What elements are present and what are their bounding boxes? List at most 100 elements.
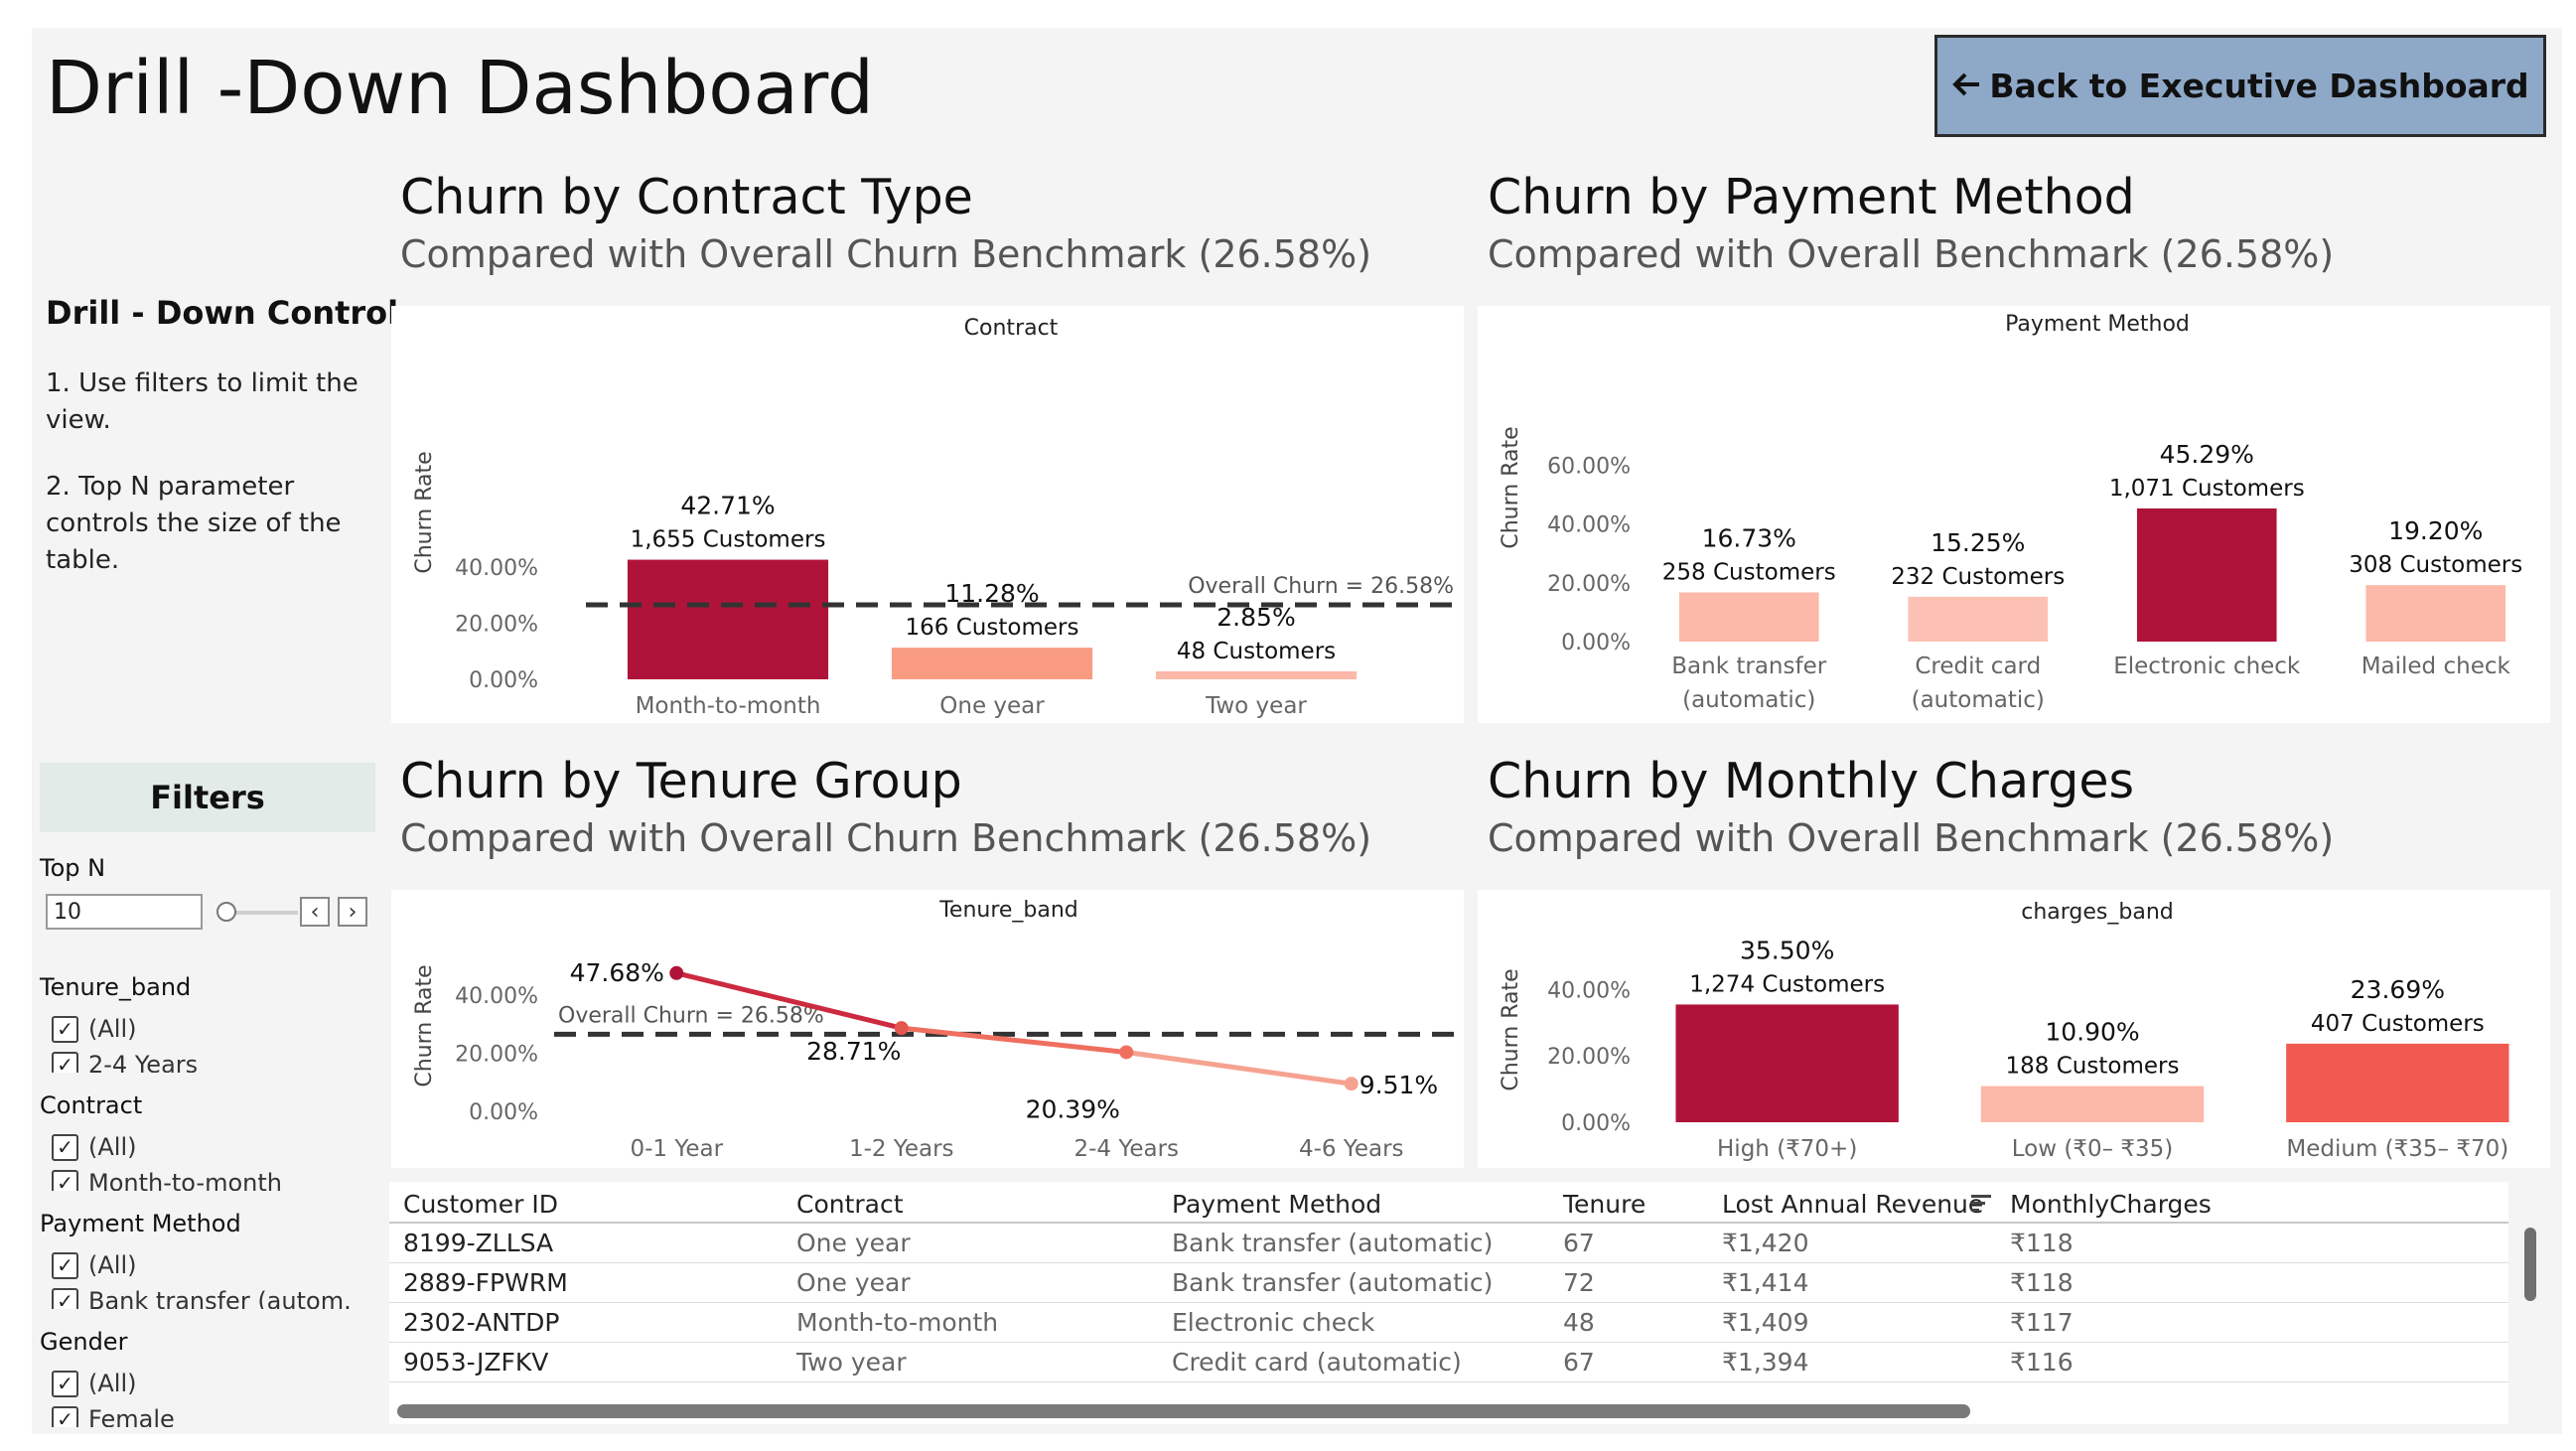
filter-gender-female[interactable]: ✓ Female [52, 1405, 175, 1427]
x-tick-label: Low (₹0– ₹35) [2012, 1136, 2174, 1162]
customer-table[interactable]: Customer ID Contract Payment Method Tenu… [389, 1182, 2508, 1424]
col-contract[interactable]: Contract [796, 1190, 904, 1219]
filter-label-payment: Payment Method [40, 1210, 241, 1237]
bar-customer-label: 258 Customers [1662, 559, 1836, 585]
bar-customer-label: 166 Customers [906, 615, 1079, 641]
bar-customer-label: 1,274 Customers [1689, 971, 1885, 997]
controls-line-1: 1. Use filters to limit the view. [46, 368, 358, 435]
payment-chart-panel[interactable]: Payment Method Churn Rate 0.00% 20.00% 40.00… [1478, 306, 2550, 723]
filter-tenure-all[interactable]: ✓ (All) [52, 1015, 136, 1043]
table-cell: One year [796, 1268, 911, 1297]
x-tick-label: One year [939, 693, 1045, 719]
table-row[interactable]: 9053-JZFKV Two year Credit card (automatic… [389, 1342, 2508, 1382]
topn-increment-button[interactable]: › [338, 897, 367, 927]
table-cell: 2302-ANTDP [403, 1308, 560, 1337]
y-tick-label: 0.00% [469, 1100, 538, 1125]
table-vertical-scrollbar[interactable] [2524, 1228, 2536, 1301]
table-row[interactable]: 8199-ZLLSA One year Bank transfer (automat… [389, 1223, 2508, 1263]
checkbox-checked-icon: ✓ [52, 1370, 78, 1397]
bar [1675, 1004, 1899, 1122]
back-to-executive-button[interactable]: Back to Executive Dashboard [1934, 35, 2546, 137]
y-tick-label: 40.00% [1547, 513, 1631, 538]
bar [2136, 508, 2277, 642]
filter-payment-item-clip: ✓ Bank transfer (autom... [52, 1287, 350, 1309]
filter-gender-all[interactable]: ✓ (All) [52, 1370, 136, 1397]
x-tick-label: Medium (₹35– ₹70) [2286, 1136, 2508, 1162]
table-row[interactable]: 2889-FPWRM One year Bank transfer (automat… [389, 1262, 2508, 1303]
topn-slider-handle[interactable] [216, 902, 236, 922]
table-cell: 8199-ZLLSA [403, 1229, 554, 1257]
table-cell: One year [796, 1229, 911, 1257]
point-value-label: 9.51% [1360, 1071, 1438, 1099]
table-cell: 67 [1563, 1229, 1595, 1257]
contract-chart: Contract Churn Rate 0.00% 20.00% 40.00% 42.71… [412, 316, 1464, 719]
bar-value-label: 42.71% [680, 492, 775, 520]
y-axis-label: Churn Rate [1499, 968, 1523, 1090]
bar-customer-label: 232 Customers [1891, 564, 2065, 590]
table-cell: Month-to-month [796, 1308, 999, 1337]
y-tick-label: 20.00% [1547, 572, 1631, 597]
arrow-left-icon [1951, 67, 1981, 105]
filter-payment-bank[interactable]: ✓ Bank transfer (autom... [52, 1287, 350, 1309]
tenure-chart-subtitle: Compared with Overall Churn Benchmark (2… [400, 816, 1372, 860]
x-tick-label: Electronic check [2113, 653, 2301, 679]
y-axis-label: Churn Rate [412, 451, 437, 573]
table-horizontal-scrollbar[interactable] [397, 1404, 1970, 1418]
charges-chart-panel[interactable]: charges_band Churn Rate 0.00% 20.00% 40.00% 3… [1478, 890, 2550, 1168]
filter-tenure-2-4[interactable]: ✓ 2-4 Years [52, 1051, 198, 1073]
tenure-chart-panel[interactable]: Tenure_band Churn Rate 0.00% 20.00% 40.00% Ov… [391, 890, 1464, 1168]
table-cell: 67 [1563, 1348, 1595, 1377]
x-tick-label: 1-2 Years [849, 1136, 954, 1162]
col-lost-annual-revenue[interactable]: Lost Annual Revenue [1722, 1190, 1983, 1219]
x-tick-label: 0-1 Year [630, 1136, 723, 1162]
checkbox-checked-icon: ✓ [52, 1251, 78, 1279]
y-axis-label: Churn Rate [1499, 426, 1523, 548]
filter-label-tenure: Tenure_band [40, 973, 192, 1001]
filter-payment-all[interactable]: ✓ (All) [52, 1251, 136, 1279]
table-cell: ₹1,394 [1722, 1348, 1809, 1377]
topn-input[interactable] [46, 894, 203, 930]
x-tick-label: Bank transfer [1671, 653, 1826, 679]
charges-chart-subtitle: Compared with Overall Benchmark (26.58%) [1488, 816, 2335, 860]
chart-header-title: Tenure_band [938, 898, 1078, 923]
checkbox-checked-icon: ✓ [52, 1133, 78, 1161]
bar-customer-label: 48 Customers [1177, 639, 1336, 664]
y-tick-label: 0.00% [1561, 631, 1631, 655]
table-cell: 9053-JZFKV [403, 1348, 549, 1377]
y-tick-label: 40.00% [1547, 978, 1631, 1003]
bar-customer-label: 407 Customers [2311, 1011, 2485, 1037]
filter-contract-month[interactable]: ✓ Month-to-month [52, 1169, 282, 1191]
bar [2286, 1043, 2509, 1122]
bar [627, 559, 829, 679]
payment-chart: Payment Method Churn Rate 0.00% 20.00% 40.00… [1499, 312, 2522, 713]
x-tick-label: (automatic) [1912, 687, 2045, 713]
table-cell: 2889-FPWRM [403, 1268, 568, 1297]
table-cell: ₹1,414 [1722, 1268, 1809, 1297]
col-payment-method[interactable]: Payment Method [1172, 1190, 1381, 1219]
filter-label-gender: Gender [40, 1328, 128, 1356]
x-tick-label: (automatic) [1682, 687, 1815, 713]
table-cell: Credit card (automatic) [1172, 1348, 1462, 1377]
bar-customer-label: 188 Customers [2006, 1054, 2180, 1080]
filters-heading: Filters [40, 763, 375, 832]
table-cell: ₹118 [2010, 1229, 2074, 1257]
benchmark-label: Overall Churn = 26.58% [1188, 574, 1454, 599]
table-row[interactable]: 2302-ANTDP Month-to-month Electronic check… [389, 1302, 2508, 1343]
filter-contract-all[interactable]: ✓ (All) [52, 1133, 136, 1161]
y-axis-label: Churn Rate [412, 964, 437, 1087]
col-monthly-charges[interactable]: MonthlyCharges [2010, 1190, 2212, 1219]
data-point [1344, 1077, 1359, 1091]
sort-descending-icon[interactable] [1970, 1192, 1992, 1218]
topn-slider-track[interactable] [226, 911, 298, 915]
filter-gender-item-clip: ✓ Female [52, 1405, 350, 1427]
col-customer-id[interactable]: Customer ID [403, 1190, 558, 1219]
data-point [894, 1021, 909, 1036]
table-header: Customer ID Contract Payment Method Tenu… [389, 1182, 2508, 1224]
contract-chart-panel[interactable]: Contract Churn Rate 0.00% 20.00% 40.00% 42.71… [391, 306, 1464, 723]
x-tick-label: Month-to-month [636, 693, 821, 719]
col-tenure[interactable]: Tenure [1563, 1190, 1646, 1219]
checkbox-checked-icon: ✓ [52, 1051, 78, 1073]
filter-label-contract: Contract [40, 1091, 143, 1119]
topn-decrement-button[interactable]: ‹ [300, 897, 330, 927]
y-tick-label: 40.00% [455, 984, 538, 1009]
